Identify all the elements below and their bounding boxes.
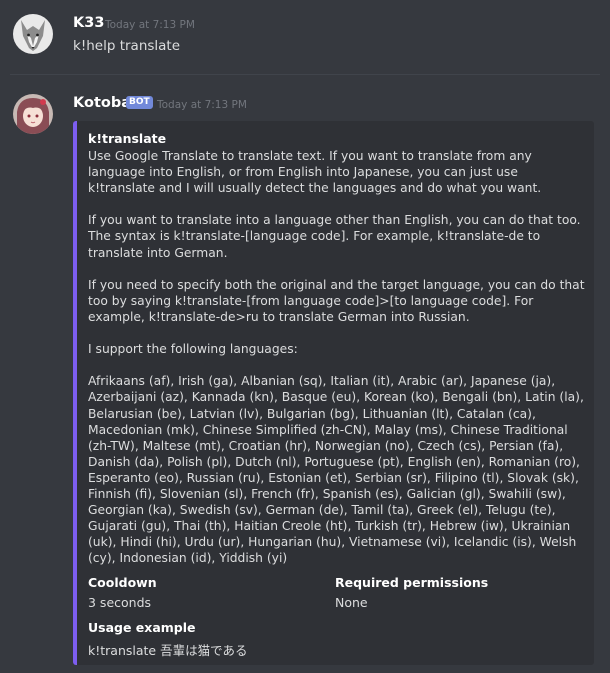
- embed-paragraph: I support the following languages:: [88, 342, 298, 357]
- embed-paragraph: If you need to specify both the original…: [88, 277, 585, 324]
- embed-description: Use Google Translate to translate text. …: [88, 148, 588, 566]
- field-value-permissions: None: [335, 595, 368, 610]
- message-divider: [10, 74, 600, 75]
- anime-girl-avatar[interactable]: [13, 94, 53, 134]
- message-timestamp: Today at 7:13 PM: [105, 19, 195, 31]
- embed-paragraph: If you want to translate into a language…: [88, 213, 581, 260]
- author-name[interactable]: K33: [73, 15, 104, 31]
- field-value-cooldown: 3 seconds: [88, 595, 152, 610]
- bot-badge: BOT: [126, 96, 153, 109]
- message-timestamp: Today at 7:13 PM: [157, 99, 247, 111]
- wolf-avatar[interactable]: [13, 14, 53, 54]
- author-name[interactable]: Kotoba: [73, 95, 131, 111]
- field-name-cooldown: Cooldown: [88, 575, 157, 590]
- field-name-permissions: Required permissions: [335, 575, 489, 590]
- field-name-usage: Usage example: [88, 620, 196, 635]
- embed-title: k!translate: [88, 131, 167, 146]
- message-text: k!help translate: [73, 38, 181, 54]
- language-list: Afrikaans (af), Irish (ga), Albanian (sq…: [88, 374, 584, 566]
- field-value-usage: k!translate 吾輩は猫である: [88, 643, 248, 658]
- embed-paragraph: Use Google Translate to translate text. …: [88, 149, 542, 196]
- help-embed: k!translate Use Google Translate to tran…: [73, 121, 594, 665]
